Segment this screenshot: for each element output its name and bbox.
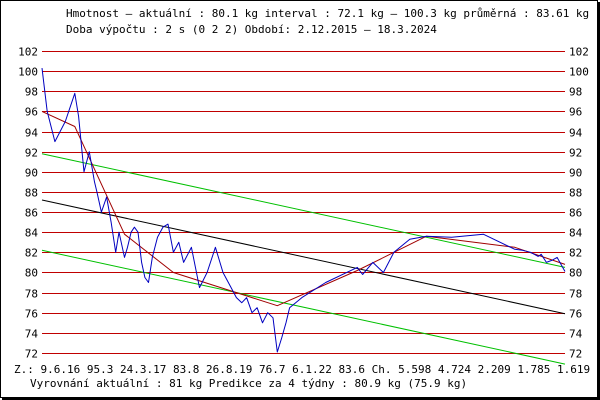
y-tick-label-right: 88 — [569, 187, 582, 200]
y-tick-label-right: 100 — [569, 66, 589, 79]
y-tick-label-right: 80 — [569, 267, 582, 280]
y-tick-label-right: 98 — [569, 86, 582, 99]
gridlines — [42, 51, 565, 354]
y-tick-label-right: 74 — [569, 328, 583, 341]
header-line-2: Doba výpočtu : 2 s (0 2 2) Období: 2.12.… — [66, 23, 437, 36]
weight-chart: Hmotnost – aktuální : 80.1 kg interval :… — [14, 7, 600, 390]
y-tick-label-left: 96 — [25, 106, 38, 119]
y-tick-label-right: 102 — [569, 46, 589, 59]
y-tick-label-right: 76 — [569, 308, 582, 321]
y-tick-label-left: 82 — [25, 247, 38, 260]
y-tick-label-left: 76 — [25, 308, 38, 321]
header-line-1: Hmotnost – aktuální : 80.1 kg interval :… — [66, 7, 589, 20]
y-tick-label-left: 90 — [25, 167, 38, 180]
y-tick-label-left: 98 — [25, 86, 38, 99]
y-tick-label-left: 94 — [25, 127, 39, 140]
y-tick-label-left: 80 — [25, 267, 38, 280]
y-tick-label-right: 90 — [569, 167, 582, 180]
series-line-band-lower — [41, 249, 566, 365]
y-tick-label-right: 96 — [569, 106, 582, 119]
series-lines — [41, 68, 566, 365]
y-tick-label-left: 86 — [25, 207, 38, 220]
y-tick-label-left: 72 — [25, 348, 38, 361]
y-tick-label-right: 92 — [569, 147, 582, 160]
series-line-band-upper — [41, 153, 566, 268]
y-tick-label-left: 100 — [18, 66, 38, 79]
y-tick-label-right: 86 — [569, 207, 582, 220]
y-tick-label-left: 78 — [25, 288, 38, 301]
y-tick-label-left: 88 — [25, 187, 38, 200]
y-tick-label-right: 78 — [569, 288, 582, 301]
y-tick-label-right: 94 — [569, 127, 583, 140]
y-tick-label-left: 74 — [25, 328, 39, 341]
y-tick-label-right: 72 — [569, 348, 582, 361]
footer-line-1: Z.: 9.6.16 95.3 24.3.17 83.8 26.8.19 76.… — [14, 363, 600, 376]
footer-line-2: Vyrovnání aktuální : 81 kg Predikce za 4… — [30, 377, 467, 390]
y-tick-label-right: 84 — [569, 227, 583, 240]
y-tick-label-left: 102 — [18, 46, 38, 59]
y-tick-label-right: 82 — [569, 247, 582, 260]
series-line-smooth — [41, 110, 566, 307]
y-tick-label-left: 84 — [25, 227, 39, 240]
y-tick-label-left: 92 — [25, 147, 38, 160]
